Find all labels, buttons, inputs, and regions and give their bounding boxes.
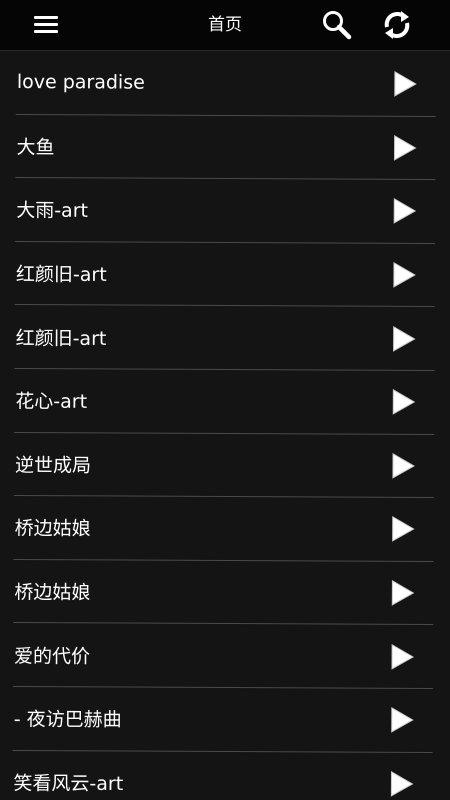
play-icon[interactable] [388,515,416,543]
song-title: 花心-art [15,390,88,414]
play-icon[interactable] [387,706,415,734]
song-title: 逆世成局 [14,454,92,477]
list-item[interactable]: 桥边姑娘 [13,559,434,626]
play-icon[interactable] [386,770,414,798]
song-title: 桥边姑娘 [14,517,91,541]
song-title: 大鱼 [16,136,55,159]
list-item[interactable]: love paradise [15,51,436,117]
play-icon[interactable] [389,261,417,289]
list-item[interactable]: 花心-art [14,368,435,435]
song-title: love paradise [16,71,145,94]
song-title: - 夜访巴赫曲 [13,708,122,732]
song-title: 红颜旧-art [15,327,107,350]
app-screen: 首页 love paradise 大鱼大雨-art 红颜旧-art 红颜旧-art 花心… [0,0,450,800]
song-title: 大雨-art [16,199,89,223]
play-icon[interactable] [389,197,417,225]
list-item[interactable]: 笑看风云-art [12,751,432,800]
search-icon[interactable] [320,8,354,42]
song-title: 桥边姑娘 [14,581,91,604]
play-icon[interactable] [387,579,415,607]
song-title: 笑看风云-art [13,772,124,795]
list-item[interactable]: - 夜访巴赫曲 [12,686,433,753]
list-item[interactable]: 红颜旧-art [14,241,436,308]
song-title: 爱的代价 [13,645,91,668]
play-icon[interactable] [389,324,417,352]
song-list: love paradise 大鱼大雨-art 红颜旧-art 红颜旧-art 花心-ar… [12,51,436,800]
app-bar: 首页 [0,0,450,51]
play-icon[interactable] [388,452,416,480]
play-icon[interactable] [389,134,417,162]
list-item[interactable]: 桥边姑娘 [13,496,434,562]
song-title: 红颜旧-art [15,263,107,287]
refresh-icon[interactable] [380,8,414,42]
list-item[interactable]: 逆世成局 [13,432,435,499]
list-item[interactable]: 大鱼 [15,114,436,181]
play-icon[interactable] [390,70,418,98]
list-item[interactable]: 红颜旧-art [14,305,435,372]
list-item[interactable]: 爱的代价 [12,623,434,689]
play-icon[interactable] [387,642,415,670]
list-item[interactable]: 大雨-art [15,178,436,244]
play-icon[interactable] [388,388,416,416]
